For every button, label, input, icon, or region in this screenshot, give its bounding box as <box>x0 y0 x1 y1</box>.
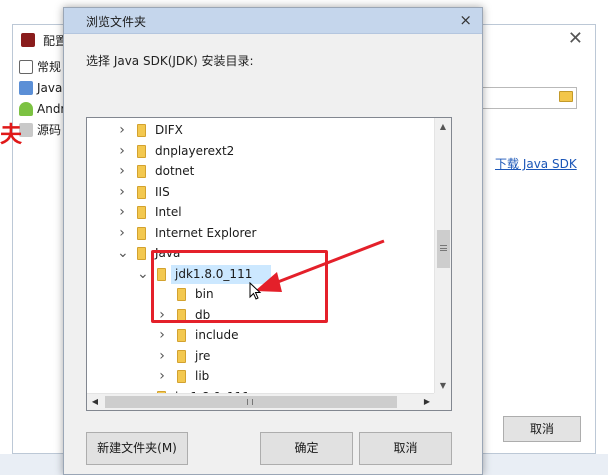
download-java-sdk-link[interactable]: 下载 Java SDK <box>495 155 577 172</box>
tree-row-label: lib <box>195 369 210 383</box>
app-logo-icon <box>21 33 35 47</box>
vertical-scrollbar[interactable]: ▲ ▼ <box>434 118 451 394</box>
dialog-prompt: 选择 Java SDK(JDK) 安装目录: <box>86 54 254 68</box>
tree-row-label: include <box>195 328 239 342</box>
new-folder-button[interactable]: 新建文件夹(M) <box>86 432 188 465</box>
nav-item-label: 常规 <box>37 60 62 74</box>
mouse-cursor-icon <box>249 282 262 300</box>
background-cancel-button[interactable]: 取消 <box>503 416 581 442</box>
tree-row[interactable]: › dotnet <box>87 161 435 181</box>
background-close-icon[interactable]: ✕ <box>568 29 583 49</box>
grip-icon <box>247 399 253 405</box>
nav-item-label: Java <box>37 81 63 95</box>
background-nav: 常规 Java Android 源码 <box>15 57 67 141</box>
chevron-right-icon[interactable]: › <box>117 163 127 179</box>
horizontal-scrollbar[interactable]: ◀ ▶ <box>87 393 435 410</box>
tree-row-label: DIFX <box>155 123 183 137</box>
chevron-down-icon[interactable]: ⌄ <box>117 245 129 261</box>
scroll-right-icon[interactable]: ▶ <box>419 394 435 410</box>
tree-row[interactable]: › Internet Explorer <box>87 223 435 243</box>
scroll-left-icon[interactable]: ◀ <box>87 394 103 410</box>
vertical-scroll-thumb[interactable] <box>437 230 450 268</box>
android-icon <box>19 102 33 116</box>
ok-button[interactable]: 确定 <box>260 432 353 465</box>
tree-row-label: jre <box>195 348 211 363</box>
chevron-right-icon[interactable]: › <box>117 225 127 241</box>
chevron-right-icon[interactable]: › <box>117 122 127 138</box>
tree-row-label: Internet Explorer <box>155 225 257 240</box>
chevron-right-icon[interactable]: › <box>117 184 127 200</box>
tree-row[interactable]: › dnplayerext2 <box>87 141 435 161</box>
tree-row-label: dotnet <box>155 164 195 178</box>
annotation-highlight-box <box>151 250 328 323</box>
scroll-corner <box>434 393 451 410</box>
nav-item-source[interactable]: 源码 <box>15 120 67 141</box>
chevron-right-icon[interactable]: › <box>157 368 167 384</box>
nav-item-android[interactable]: Android <box>15 99 67 120</box>
dialog-titlebar: 浏览文件夹 × <box>64 8 482 34</box>
nav-item-java[interactable]: Java <box>15 78 67 99</box>
chevron-down-icon[interactable]: ⌄ <box>137 266 149 282</box>
chevron-right-icon[interactable]: › <box>157 348 167 364</box>
chevron-right-icon[interactable]: › <box>117 143 127 159</box>
nav-item-label: 源码 <box>37 123 62 137</box>
cancel-button[interactable]: 取消 <box>359 432 452 465</box>
grip-icon <box>440 245 447 251</box>
annotation-red-text: 夫 <box>0 123 22 148</box>
browse-folder-dialog: 浏览文件夹 × 选择 Java SDK(JDK) 安装目录: › DIFX › dnp… <box>63 7 483 475</box>
folder-icon <box>177 349 186 363</box>
folder-icon <box>177 370 186 383</box>
list-icon <box>19 60 33 74</box>
tree-row[interactable]: › include <box>87 325 435 345</box>
folder-icon <box>137 226 146 240</box>
tree-row-label: IIS <box>155 184 170 199</box>
tree-row[interactable]: › Intel <box>87 202 435 222</box>
folder-icon <box>137 124 146 137</box>
tree-row-label: Intel <box>155 205 182 219</box>
dialog-title: 浏览文件夹 <box>86 15 147 29</box>
tree-row[interactable]: › IIS <box>87 182 435 202</box>
sdk-path-field[interactable] <box>481 87 577 109</box>
tree-row[interactable]: › DIFX <box>87 120 435 140</box>
scroll-up-icon[interactable]: ▲ <box>435 118 451 135</box>
source-icon <box>19 123 33 137</box>
folder-icon <box>137 144 146 158</box>
tree-row[interactable]: › lib <box>87 366 435 386</box>
chevron-right-icon[interactable]: › <box>117 204 127 220</box>
chevron-right-icon[interactable]: › <box>157 327 167 343</box>
folder-icon <box>177 329 186 342</box>
folder-icon <box>137 247 146 260</box>
browse-folder-icon[interactable] <box>559 91 573 102</box>
tree-row[interactable]: › jre <box>87 346 435 366</box>
scroll-down-icon[interactable]: ▼ <box>435 377 451 394</box>
folder-icon <box>137 165 146 178</box>
close-icon[interactable]: × <box>459 11 472 29</box>
folder-icon <box>137 206 146 219</box>
tree-row-label: dnplayerext2 <box>155 143 235 158</box>
nav-item-general[interactable]: 常规 <box>15 57 67 78</box>
java-icon <box>19 81 33 95</box>
horizontal-scroll-thumb[interactable] <box>105 396 397 408</box>
folder-icon <box>137 185 146 199</box>
